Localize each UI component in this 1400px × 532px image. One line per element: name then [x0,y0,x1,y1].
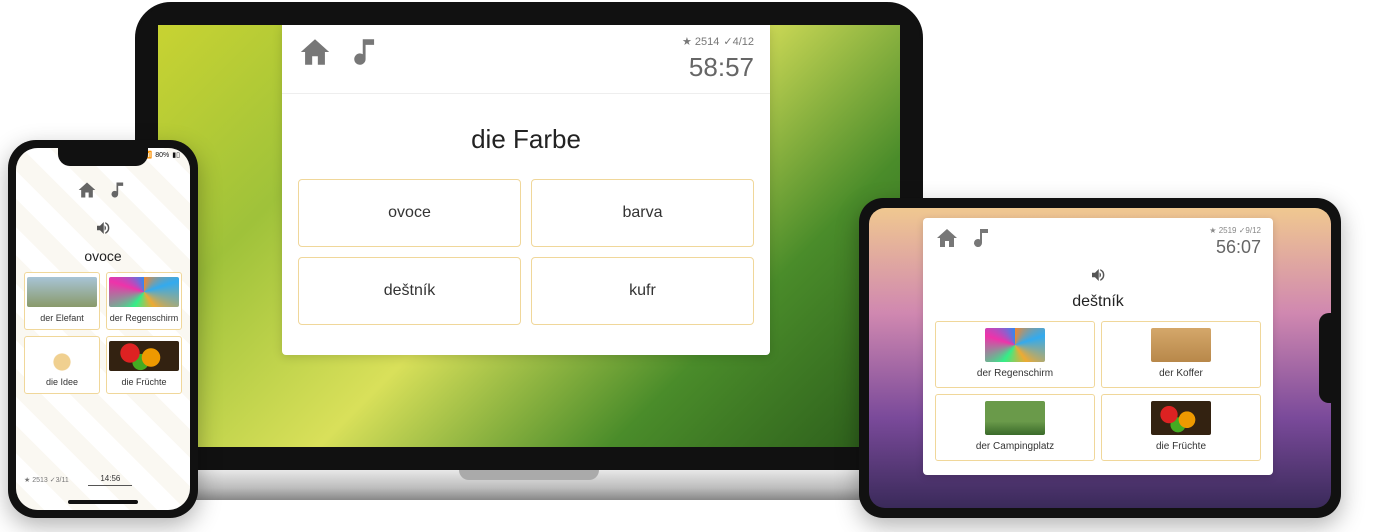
stats-line: 2519 9/12 [1209,226,1261,235]
progress-value: 3/11 [50,477,69,484]
options-grid: der Regenschirm der Koffer der Campingpl… [935,321,1261,461]
option-3[interactable]: die Idee [24,336,100,394]
home-icon[interactable] [935,226,959,255]
tablet-notch [1319,313,1331,403]
option-3[interactable]: der Campingplatz [935,394,1095,461]
option-1[interactable]: der Regenschirm [935,321,1095,388]
phone-statusbar: 📶 80% ▮▯ [144,151,180,159]
option-2[interactable]: der Koffer [1101,321,1261,388]
music-icon[interactable] [350,35,384,74]
timer: 56:07 [1209,237,1261,258]
stats-line: 2514 4/12 [682,35,754,48]
speaker-icon[interactable] [935,266,1261,289]
option-3[interactable]: deštník [298,257,521,325]
option-2[interactable]: barva [531,179,754,247]
option-2[interactable]: der Regenschirm [106,272,182,330]
thumb-fruit [1151,401,1211,435]
home-indicator[interactable] [68,500,138,504]
laptop-device: 2514 4/12 58:57 die Farbe ovoce barva de… [135,2,923,500]
option-label: die Früchte [121,377,166,387]
home-icon[interactable] [77,180,97,205]
battery-icon: ▮▯ [172,151,180,159]
prompt-word: die Farbe [298,124,754,155]
timer: 14:56 [88,474,132,486]
phone-screen: 📶 80% ▮▯ ovoce der Elefant der Regenschi… [16,148,190,510]
music-icon[interactable] [109,180,129,205]
option-label: die Idee [46,377,78,387]
option-label: der Regenschirm [110,313,179,323]
quiz-card: 2514 4/12 58:57 die Farbe ovoce barva de… [282,25,770,355]
progress-value: 4/12 [723,35,754,48]
option-label: der Elefant [40,313,84,323]
thumb-idea [27,341,97,371]
thumb-elephant [27,277,97,307]
laptop-base [69,470,989,500]
option-1[interactable]: der Elefant [24,272,100,330]
points-value: 2519 [1209,226,1236,235]
thumb-umbrella [985,328,1045,362]
prompt-word: deštník [935,293,1261,311]
phone-device: 📶 80% ▮▯ ovoce der Elefant der Regenschi… [8,140,198,518]
quiz-card: 2519 9/12 56:07 deštník der Regenschirm … [923,218,1273,475]
options-grid: der Elefant der Regenschirm die Idee die… [24,272,182,394]
thumb-koffer [1151,328,1211,362]
option-label: die Früchte [1156,441,1206,452]
option-4[interactable]: die Früchte [1101,394,1261,461]
thumb-umbrella [109,277,179,307]
thumb-fruit [109,341,179,371]
thumb-camping [985,401,1045,435]
option-4[interactable]: kufr [531,257,754,325]
phone-notch [58,148,148,166]
home-icon[interactable] [298,35,332,74]
option-label: der Campingplatz [976,441,1054,452]
progress-value: 9/12 [1239,226,1261,235]
option-1[interactable]: ovoce [298,179,521,247]
tablet-device: 2519 9/12 56:07 deštník der Regenschirm … [859,198,1341,518]
timer: 58:57 [682,52,754,83]
points-value: 2513 [24,477,48,484]
speaker-icon[interactable] [24,219,182,242]
tablet-screen: 2519 9/12 56:07 deštník der Regenschirm … [869,208,1331,508]
stats-line: 2513 3/11 [24,476,69,484]
prompt-word: ovoce [24,248,182,264]
option-label: der Regenschirm [977,368,1053,379]
battery-pct: 80% [155,152,169,159]
laptop-screen: 2514 4/12 58:57 die Farbe ovoce barva de… [158,25,900,447]
music-icon[interactable] [971,226,995,255]
option-4[interactable]: die Früchte [106,336,182,394]
options-grid: ovoce barva deštník kufr [298,179,754,325]
points-value: 2514 [682,35,719,48]
divider [282,93,770,94]
laptop-body: 2514 4/12 58:57 die Farbe ovoce barva de… [135,2,923,470]
option-label: der Koffer [1159,368,1203,379]
